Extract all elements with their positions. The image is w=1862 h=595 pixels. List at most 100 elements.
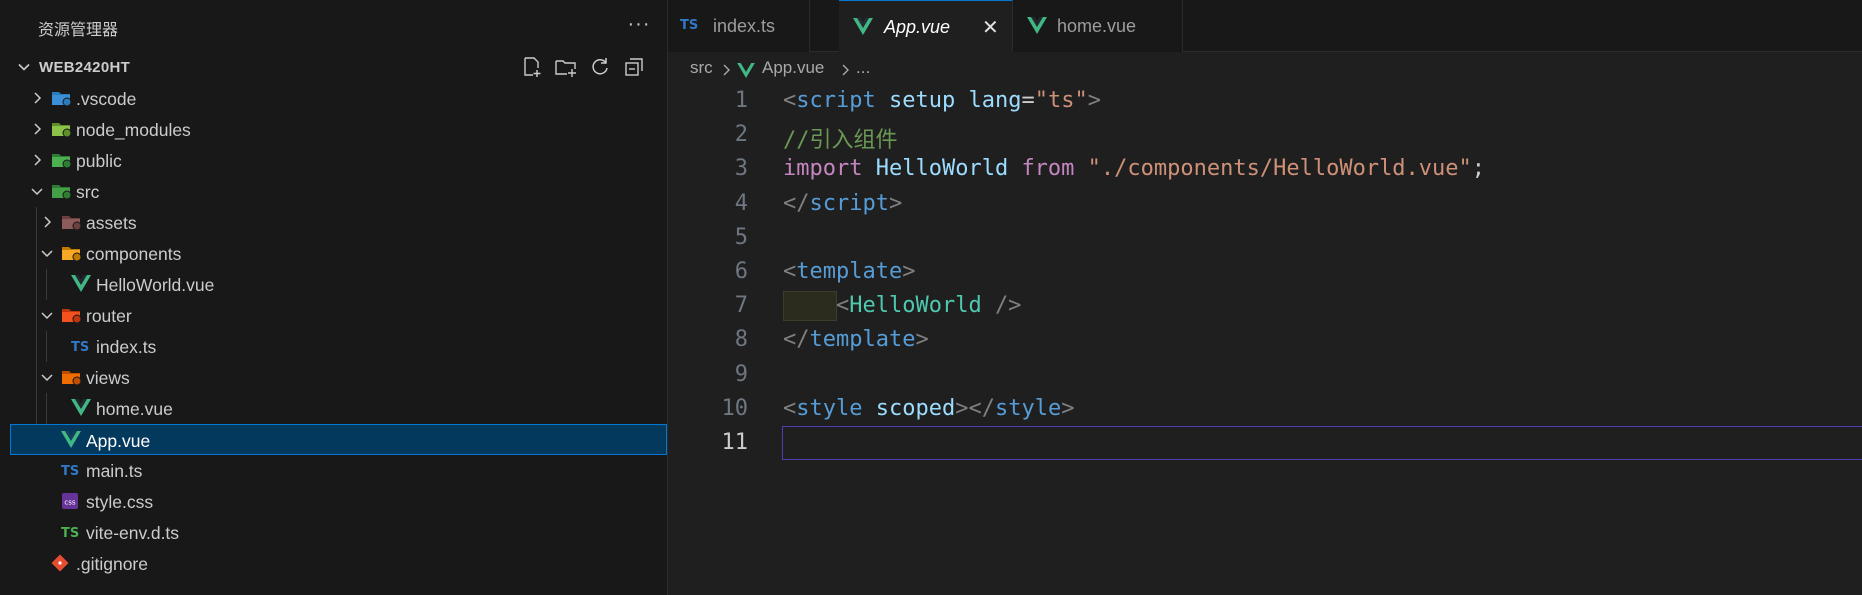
code-editor[interactable]: 1 <script setup lang="ts"> 2 //引入组件 3 import …	[668, 84, 1862, 595]
new-file-icon[interactable]	[520, 55, 544, 79]
code-text: <style scoped></style>	[783, 396, 1074, 421]
code-text: <script setup lang="ts">	[783, 88, 1101, 113]
vue-icon	[61, 431, 81, 449]
tree-file-vite-env-d-ts[interactable]: TS vite-env.d.ts	[0, 517, 667, 548]
tree-item-label: .vscode	[76, 89, 137, 109]
code-token: setup	[888, 88, 956, 113]
chevron-right-icon[interactable]	[40, 215, 54, 229]
editor-tabs: TS index.ts App.vue ✕ home.vue	[668, 0, 1862, 53]
tab-home-vue[interactable]: home.vue	[1013, 0, 1183, 52]
tree-item-label: style.css	[86, 492, 154, 512]
file-tree: .vscode node_modulespublic src assets compon…	[0, 83, 667, 579]
src-folder-icon	[51, 182, 72, 200]
collapse-all-icon[interactable]	[622, 55, 646, 79]
code-line[interactable]: 11	[668, 426, 1862, 460]
more-actions-icon[interactable]: ···	[624, 10, 654, 38]
line-number: 2	[734, 122, 748, 148]
breadcrumb-symbol[interactable]: ...	[856, 58, 870, 78]
tree-folder-node-modules[interactable]: node_modules	[0, 114, 667, 145]
tree-folder-views[interactable]: views	[0, 362, 667, 393]
code-token: from	[1021, 156, 1075, 182]
code-text: <template>	[783, 259, 915, 284]
code-line[interactable]: 7 <HelloWorld />	[668, 289, 1862, 323]
code-token: >	[1061, 395, 1075, 421]
css-icon: css	[61, 492, 81, 510]
node-folder-icon	[51, 120, 72, 138]
line-number: 11	[721, 430, 749, 455]
workspace-actions	[520, 55, 646, 81]
tree-item-label: src	[76, 182, 100, 202]
tree-item-label: HelloWorld.vue	[96, 275, 215, 295]
tree-item-label: components	[86, 244, 182, 264]
tree-item-label: node_modules	[76, 120, 191, 140]
code-token: <	[783, 259, 797, 284]
chevron-down-icon[interactable]	[40, 370, 54, 384]
tree-file--gitignore[interactable]: .gitignore	[0, 548, 667, 579]
tree-folder-assets[interactable]: assets	[0, 207, 667, 238]
tree-file-home-vue[interactable]: home.vue	[0, 393, 667, 424]
tree-item-label: router	[86, 306, 132, 326]
chevron-down-icon[interactable]	[40, 308, 54, 322]
vue-icon	[71, 275, 91, 293]
public-folder-icon	[51, 151, 72, 169]
chevron-right-icon[interactable]	[30, 91, 44, 105]
code-line[interactable]: 3 import HelloWorld from "./components/He…	[668, 152, 1862, 186]
tree-item-label: main.ts	[86, 461, 143, 481]
vscode-folder-icon	[51, 89, 72, 107]
tree-file-helloworld-vue[interactable]: HelloWorld.vue	[0, 269, 667, 300]
code-line[interactable]: 6 <template>	[668, 255, 1862, 289]
vue-icon	[71, 399, 91, 417]
tree-file-style-css[interactable]: css style.css	[0, 486, 667, 517]
indent-guide	[46, 331, 47, 362]
line-number: 5	[734, 224, 748, 250]
chevron-down-icon[interactable]	[40, 246, 54, 260]
vue-icon	[1027, 17, 1047, 34]
tree-folder-components[interactable]: components	[0, 238, 667, 269]
chevron-right-icon[interactable]	[30, 122, 44, 136]
tab-app-vue[interactable]: App.vue ✕	[839, 0, 1013, 53]
tree-item-label: .gitignore	[76, 554, 148, 574]
refresh-icon[interactable]	[588, 55, 612, 79]
code-token: lang	[968, 88, 1022, 113]
code-token: >	[902, 259, 916, 284]
code-text: //引入组件	[783, 122, 898, 154]
tree-file-main-ts[interactable]: TS main.ts	[0, 455, 667, 486]
code-line[interactable]: 1 <script setup lang="ts">	[668, 84, 1862, 118]
code-line[interactable]: 10 <style scoped></style>	[668, 392, 1862, 426]
tab-label: home.vue	[1057, 16, 1137, 36]
close-icon[interactable]: ✕	[982, 15, 999, 40]
tree-folder-src[interactable]: src	[0, 176, 667, 207]
breadcrumb-folder[interactable]: src	[690, 58, 713, 78]
tree-item-label: index.ts	[96, 337, 157, 357]
line-number: 9	[734, 361, 748, 387]
line-number: 8	[734, 327, 748, 353]
code-text: <HelloWorld />	[783, 293, 1021, 318]
tab-index-ts[interactable]: TS index.ts	[668, 0, 810, 52]
workspace-header[interactable]: WEB2420HT	[0, 53, 667, 83]
code-line[interactable]: 2 //引入组件	[668, 118, 1862, 154]
tree-folder-router[interactable]: router	[0, 300, 667, 331]
code-token: ></	[955, 395, 995, 421]
tree-file-index-ts[interactable]: TS index.ts	[0, 331, 667, 362]
code-token: import	[783, 156, 863, 182]
tree-folder-public[interactable]: public	[0, 145, 667, 176]
vue-icon	[737, 63, 755, 78]
tree-item-label: App.vue	[86, 431, 151, 451]
breadcrumb-file[interactable]: App.vue	[762, 58, 824, 78]
code-token: >	[888, 190, 903, 216]
chevron-down-icon[interactable]	[30, 184, 44, 198]
code-line[interactable]: 4 </script>	[668, 187, 1862, 221]
code-line[interactable]: 5	[668, 221, 1862, 255]
new-folder-icon[interactable]	[554, 55, 578, 79]
code-line[interactable]: 9	[668, 358, 1862, 392]
code-line[interactable]: 8 </template>	[668, 323, 1862, 357]
chevron-right-icon[interactable]	[30, 153, 44, 167]
tree-file-app-vue[interactable]: App.vue	[10, 424, 667, 455]
tree-folder--vscode[interactable]: .vscode	[0, 83, 667, 114]
